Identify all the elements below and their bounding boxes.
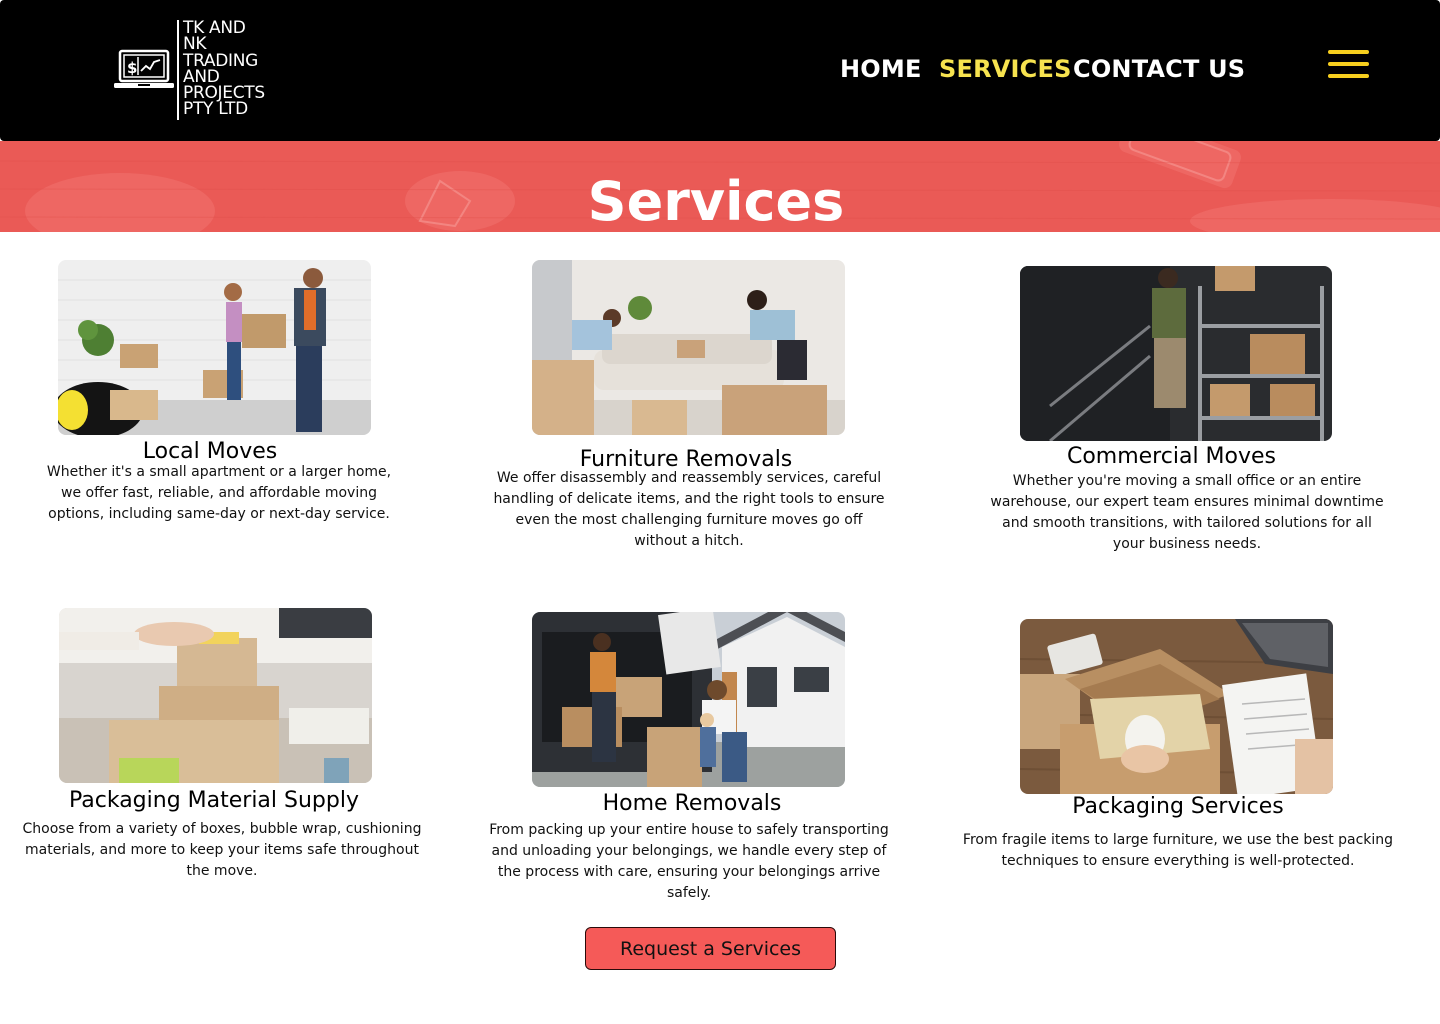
svg-text:$: $ — [127, 59, 137, 77]
furniture-removals-description: We offer disassembly and reassembly serv… — [493, 470, 885, 549]
hamburger-bar — [1328, 50, 1369, 54]
commercial-moves-image — [1020, 266, 1332, 441]
hamburger-menu-icon[interactable] — [1328, 48, 1370, 82]
nav-services[interactable]: SERVICES — [939, 55, 1072, 83]
request-services-button[interactable]: Request a Services — [585, 927, 836, 970]
brand-name: TK AND NK TRADING AND PROJECTS PTY LTD — [183, 19, 293, 120]
packaging-services-description: From fragile items to large furniture, w… — [962, 832, 1394, 869]
brand-line: PTY LTD — [183, 99, 248, 120]
commercial-moves-title: Commercial Moves — [1066, 444, 1277, 469]
site-header: $ TK AND NK TRADING AND PROJECTS PTY LTD… — [0, 0, 1440, 141]
packaging-material-supply-image — [59, 608, 372, 783]
brand-logo[interactable]: $ TK AND NK TRADING AND PROJECTS PTY LTD — [113, 19, 293, 122]
furniture-removals-image — [532, 260, 845, 435]
packaging-material-supply-title: Packaging Material Supply — [68, 788, 359, 813]
local-moves-image — [58, 260, 371, 435]
home-removals-title: Home Removals — [602, 791, 782, 816]
packaging-services-title: Packaging Services — [1072, 794, 1284, 819]
packaging-services-image — [1020, 619, 1333, 794]
hamburger-bar — [1328, 74, 1369, 78]
laptop-dollar-chart-icon: $ — [114, 49, 174, 88]
nav-home[interactable]: HOME — [840, 55, 922, 83]
logo-divider — [177, 20, 179, 120]
commercial-moves-description: Whether you're moving a small office or … — [990, 473, 1384, 552]
nav-contact-us[interactable]: CONTACT US — [1073, 55, 1245, 83]
local-moves-description: Whether it's a small apartment or a larg… — [46, 464, 392, 522]
page-title: Services — [587, 170, 845, 232]
hamburger-bar — [1328, 62, 1369, 66]
home-removals-description: From packing up your entire house to saf… — [489, 822, 889, 901]
home-removals-image — [532, 612, 845, 787]
packaging-material-supply-description: Choose from a variety of boxes, bubble w… — [22, 821, 422, 879]
page-banner: Services — [0, 141, 1440, 232]
